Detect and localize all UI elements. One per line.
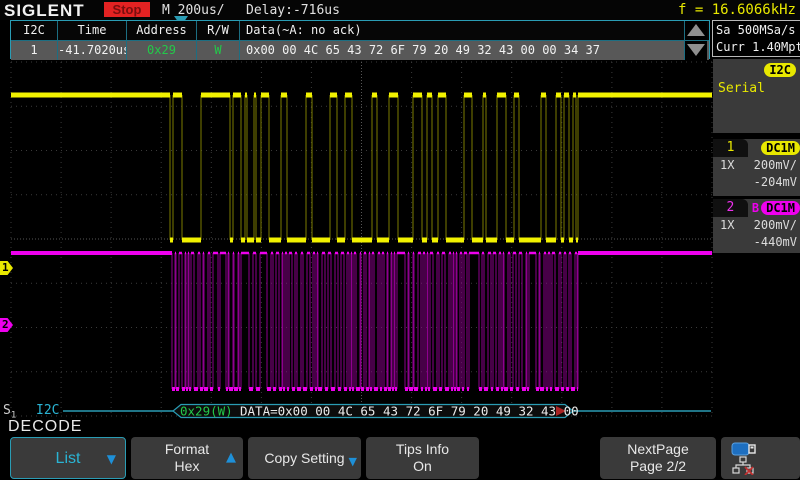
- cell-rw: W: [197, 41, 240, 60]
- run-state-badge[interactable]: Stop: [104, 2, 150, 17]
- channel1-info-panel[interactable]: 1 DC1M 1X 200mV/ -204mV: [713, 139, 800, 196]
- bus-address-text: 0x29(W): [180, 404, 233, 419]
- siglent-logo: SIGLENT: [4, 1, 85, 21]
- channel2-scale: 200mV/: [754, 217, 797, 234]
- scroll-down-icon[interactable]: [687, 44, 705, 56]
- channel1-number[interactable]: 1: [713, 139, 748, 157]
- usb-icon: [731, 442, 757, 456]
- channel1-scale-row: 1X 200mV/: [713, 157, 800, 174]
- status-icon-box: [721, 437, 800, 479]
- list-button[interactable]: List ▼: [10, 437, 126, 479]
- oscilloscope-screen: SIGLENT Stop M 200us/ Delay:-716us f = 1…: [0, 0, 800, 480]
- trigger-delay-readout[interactable]: Delay:-716us: [246, 3, 340, 18]
- channel1-attenuation: 1X: [720, 157, 734, 174]
- header-address: Address: [127, 21, 197, 40]
- table-row[interactable]: 1 -41.7020us 0x29 W 0x00 00 4C 65 43 72 …: [11, 41, 709, 60]
- top-status-bar: SIGLENT Stop M 200us/ Delay:-716us f = 1…: [0, 0, 800, 20]
- header-data: Data(~A: no ack): [240, 21, 685, 40]
- header-bus: I2C: [11, 21, 58, 40]
- channel2-header: 2 B DC1M: [713, 199, 800, 217]
- frequency-counter: f = 16.6066kHz: [678, 2, 796, 18]
- tips-info-value: On: [413, 458, 432, 475]
- copy-setting-button[interactable]: Copy Setting ▼: [248, 437, 361, 479]
- channel1-scale: 200mV/: [754, 157, 797, 174]
- channel2-scale-row: 1X 200mV/: [713, 217, 800, 234]
- cell-time: -41.7020us: [58, 41, 127, 60]
- bus-data-text: DATA=0x00 00 4C 65 43 72 6F 79 20 49 32 …: [240, 404, 579, 419]
- tips-info-label: Tips Info: [396, 441, 449, 458]
- next-page-value: Page 2/2: [630, 458, 686, 475]
- decode-bus-strip: 0x29(W) DATA=0x00 00 4C 65 43 72 6F 79 2…: [0, 402, 714, 420]
- format-button[interactable]: Format Hex ▲: [131, 437, 243, 479]
- tips-info-button[interactable]: Tips Info On: [366, 437, 479, 479]
- cell-scroll-spacer: [685, 41, 707, 60]
- header-time: Time: [58, 21, 127, 40]
- lan-disconnected-icon: [731, 456, 757, 475]
- dropdown-arrow-icon: ▼: [107, 451, 116, 468]
- up-arrow-icon: ▲: [226, 449, 236, 466]
- channel2-offset: -440mV: [713, 234, 800, 251]
- decode-list-table: I2C Time Address R/W Data(~A: no ack) 1 …: [10, 20, 710, 59]
- serial-bus-panel[interactable]: I2C Serial: [713, 59, 800, 133]
- header-rw: R/W: [197, 21, 240, 40]
- channel1-coupling-badge: DC1M: [761, 141, 800, 155]
- channel2-attenuation: 1X: [720, 217, 734, 234]
- serial-label: Serial: [718, 81, 765, 96]
- channel2-bandwidth-badge: B: [752, 201, 759, 215]
- header-scroll-spacer: [685, 21, 707, 40]
- next-page-button[interactable]: NextPage Page 2/2: [600, 437, 716, 479]
- cell-address: 0x29: [127, 41, 197, 60]
- acquisition-info-box: Sa 500MSa/s Curr 1.40Mpts: [712, 20, 800, 57]
- decode-table-header: I2C Time Address R/W Data(~A: no ack): [11, 21, 709, 41]
- memory-depth: Curr 1.40Mpts: [716, 39, 800, 56]
- channel2-info-panel[interactable]: 2 B DC1M 1X 200mV/ -440mV: [713, 199, 800, 253]
- sample-rate: Sa 500MSa/s: [716, 22, 800, 39]
- ch2-trace-edges: [172, 253, 578, 389]
- channel1-header: 1 DC1M: [713, 139, 800, 157]
- list-button-label: List: [56, 450, 81, 467]
- scroll-up-icon[interactable]: [687, 24, 705, 36]
- timebase-readout[interactable]: M 200us/: [162, 3, 225, 18]
- down-arrow-icon: ▼: [349, 453, 357, 470]
- channel1-offset: -204mV: [713, 174, 800, 191]
- cell-index: 1: [11, 41, 58, 60]
- format-button-label: Format: [165, 441, 209, 458]
- waveform-display: [0, 60, 714, 418]
- next-page-label: NextPage: [627, 441, 688, 458]
- cell-data: 0x00 00 4C 65 43 72 6F 79 20 49 32 43 00…: [240, 41, 685, 60]
- copy-setting-label: Copy Setting: [264, 450, 344, 467]
- page-title: DECODE: [8, 418, 82, 436]
- format-button-value: Hex: [175, 458, 200, 475]
- ch1-trace-edges: [170, 95, 578, 240]
- channel2-coupling-badge: DC1M: [761, 201, 800, 215]
- channel2-number[interactable]: 2: [713, 199, 748, 217]
- serial-bus-badge[interactable]: I2C: [764, 63, 796, 77]
